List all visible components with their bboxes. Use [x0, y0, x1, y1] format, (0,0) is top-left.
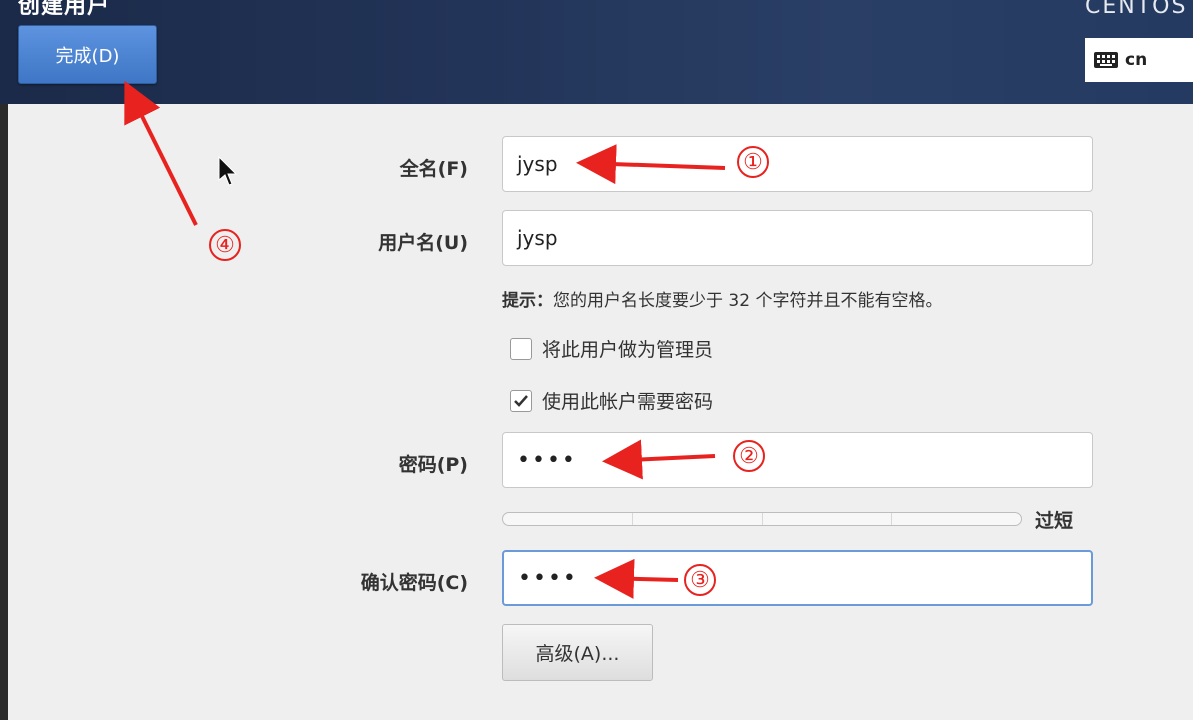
arrow-step1 [576, 144, 726, 185]
annotation-step3: ③ [684, 564, 716, 596]
annotation-step1: ① [737, 146, 769, 178]
arrow-step4 [124, 80, 198, 226]
annotation-step2: ② [733, 440, 765, 472]
arrow-step2 [602, 439, 716, 480]
annotation-arrows [124, 80, 726, 599]
arrow-step3 [594, 558, 679, 599]
annotation-step4: ④ [209, 229, 241, 261]
